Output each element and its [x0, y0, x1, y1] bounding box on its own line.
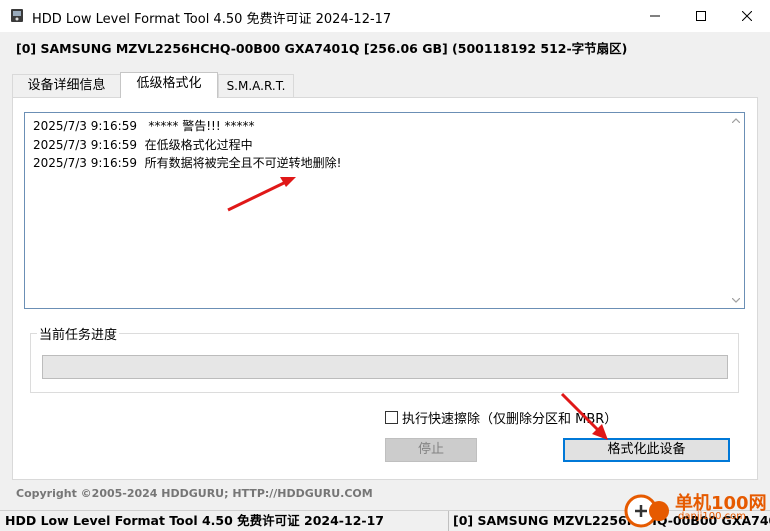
maximize-icon	[696, 11, 706, 21]
watermark-icon	[624, 494, 669, 528]
log-scrollbar[interactable]	[727, 113, 744, 308]
copyright-text: Copyright ©2005-2024 HDDGURU; HTTP://HDD…	[16, 487, 373, 500]
tab-low-level-format[interactable]: 低级格式化	[120, 72, 218, 98]
minimize-icon	[650, 15, 660, 17]
log-line: 2025/7/3 9:16:59 所有数据将被完全且不可逆转地删除!	[33, 156, 342, 170]
scroll-down-icon	[732, 298, 740, 303]
progress-title: 当前任务进度	[37, 324, 120, 343]
quick-erase-checkbox[interactable]	[385, 411, 398, 424]
stop-button: 停止	[385, 438, 477, 462]
log-line: 2025/7/3 9:16:59 在低级格式化过程中	[33, 137, 253, 152]
device-info: [0] SAMSUNG MZVL2256HCHQ-00B00 GXA7401Q …	[16, 41, 628, 56]
tab-device-details[interactable]: 设备详细信息	[12, 74, 121, 98]
window-title: HDD Low Level Format Tool 4.50 免费许可证 202…	[32, 12, 392, 27]
scroll-up-icon	[732, 118, 740, 123]
status-app-info: HDD Low Level Format Tool 4.50 免费许可证 202…	[0, 511, 449, 531]
quick-erase-option[interactable]: 执行快速擦除（仅删除分区和 MBR）	[385, 408, 617, 427]
watermark-logo: 单机100网 danji100.com	[623, 487, 770, 531]
close-button[interactable]	[724, 0, 770, 32]
tab-smart[interactable]: S.M.A.R.T.	[218, 74, 294, 98]
maximize-button[interactable]	[678, 0, 724, 32]
progress-bar	[42, 355, 728, 379]
app-icon	[10, 8, 24, 23]
watermark-subtext: danji100.com	[678, 511, 746, 522]
close-icon	[742, 11, 752, 21]
format-device-button[interactable]: 格式化此设备	[563, 438, 730, 462]
quick-erase-label: 执行快速擦除（仅删除分区和 MBR）	[402, 412, 618, 427]
minimize-button[interactable]	[632, 0, 678, 32]
log-line: 2025/7/3 9:16:59 ***** 警告!!! *****	[33, 119, 255, 133]
log-lines: 2025/7/3 9:16:59 ***** 警告!!! ***** 2025/…	[33, 117, 341, 173]
log-textbox[interactable]: 2025/7/3 9:16:59 ***** 警告!!! ***** 2025/…	[24, 112, 745, 309]
title-bar: HDD Low Level Format Tool 4.50 免费许可证 202…	[0, 0, 770, 32]
